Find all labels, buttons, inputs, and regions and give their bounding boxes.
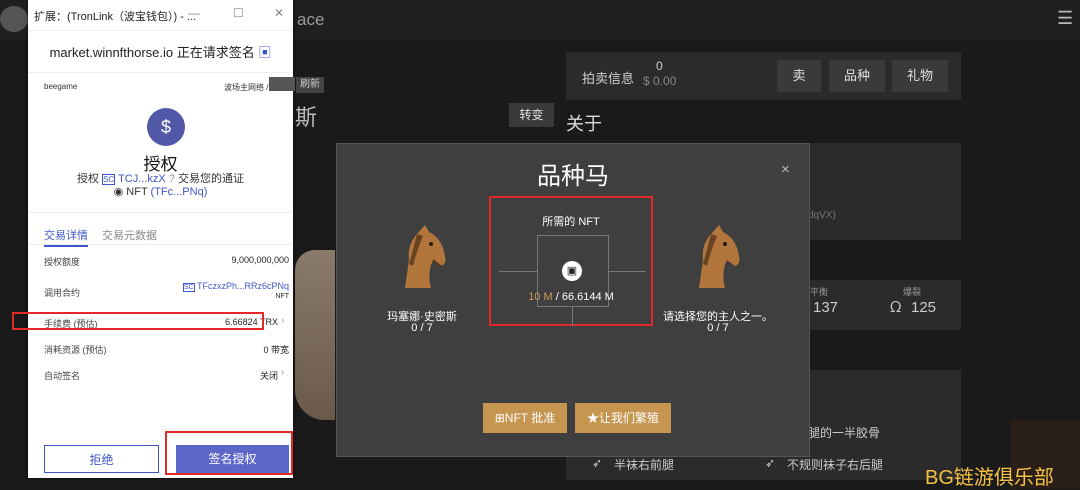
burst-icon: ᘯ [890,299,902,316]
contract-sub: NFT [275,293,289,300]
divider [28,212,293,213]
required-nft-title: 所需的 NFT [542,216,600,228]
divider [28,244,293,245]
left-horse-image[interactable] [387,220,457,290]
connector-line [608,271,646,272]
site-title-fragment: ace [297,10,325,29]
approval-amount-value: 9,000,000,000 [231,255,289,265]
auto-sign-value: 关闭 [259,371,278,381]
modal-title: 品种马 [537,163,609,190]
token-icon: ◉ [113,186,124,198]
approval-amount-label: 授权额度 [44,257,81,267]
window-title: 扩展：(TronLink（波宝钱包）) - ... [34,11,197,23]
refresh-badge-overlay [269,77,295,91]
token-address-link[interactable]: (TFc...PNq) [151,186,208,198]
auction-count: 0 [656,59,663,73]
about-heading: 关于 [566,114,602,134]
trait-item: 半袜右前腿 [614,458,675,472]
request-host: market.winnfthorse.io 正在请求签名 ▣ [28,42,293,61]
right-horse-count: 0 / 7 [707,322,729,334]
nft-amount: 10 M / 66.6144 M [491,291,651,303]
auth-description-line1: 授权 SC TCJ...kzX ? 交易您的通证 [28,170,293,186]
divider [28,72,293,73]
auth-description-line2: ◉ NFT (TFc...PNq) [28,185,293,198]
connector-line [499,271,537,272]
close-icon[interactable]: × [781,161,790,178]
auth-prefix: 授权 [77,173,100,185]
owner-address-fragment: dqVX) [808,210,836,221]
refresh-badge[interactable]: 刷新 [296,77,324,93]
contract-value-text: TFczxzPh...RRz6cPNq [196,281,289,291]
tab-transaction-metadata[interactable]: 交易元数据 [102,227,157,243]
breed-tab[interactable]: 品种 [829,60,885,92]
connector-line [572,306,573,326]
burst-label: 爆裂 [903,287,922,297]
account-name: beegame [44,82,78,91]
transfer-button[interactable]: 转变 [509,103,554,127]
sign-button-highlight-box [165,431,293,475]
horse-image-background [295,250,335,420]
request-host-text: market.winnfthorse.io 正在请求签名 [49,45,255,60]
fee-highlight-box [12,312,264,330]
breed-modal: 品种马 × 玛塞娜·史密斯 0 / 7 所需的 NFT ▣ 10 M / 66.… [336,143,810,457]
gift-tab[interactable]: 礼物 [892,60,948,92]
trait-icon: ➶ [765,456,776,470]
contract-address-link[interactable]: TCJ...kzX [118,173,166,185]
minimize-icon[interactable]: — [188,6,200,20]
auction-value: $ 0.00 [643,74,677,88]
hamburger-menu-icon[interactable]: ☰ [1057,8,1073,29]
authorize-icon: $ [147,108,185,146]
nft-have: 10 M [528,291,553,303]
about-panel [808,143,961,240]
resources-label: 消耗资源 (预估) [44,345,107,355]
help-icon[interactable]: ? [169,173,175,185]
token-symbol: NFT [126,186,148,198]
right-horse-image[interactable] [681,220,751,290]
trait-item: 不规则袜子右后腿 [787,458,884,472]
nft-token-icon: ▣ [562,261,582,281]
window-titlebar: 扩展：(TronLink（波宝钱包）) - ... — ☐ ✕ [28,0,293,31]
close-icon[interactable]: ✕ [274,6,284,20]
tronlink-extension-window: 扩展：(TronLink（波宝钱包）) - ... — ☐ ✕ market.w… [28,0,293,478]
reject-button[interactable]: 拒绝 [44,445,159,473]
resources-value: 0 带宽 [263,345,289,355]
nft-need: / 66.6144 M [555,291,614,303]
sign-icon: ▣ [258,45,272,60]
sell-tab[interactable]: 卖 [777,60,821,92]
horse-name-fragment: 斯 [295,105,318,130]
contract-label: 调用合约 [44,288,81,298]
maximize-icon[interactable]: ☐ [233,6,244,20]
required-nft-box: 所需的 NFT ▣ 10 M / 66.6144 M [489,196,653,326]
watermark: BG链游俱乐部 [925,467,1054,489]
burst-value: 125 [911,299,937,316]
contract-value[interactable]: SC TFczxzPh...RRz6cPNq [168,281,289,292]
trait-item: 腿的一半胶骨 [808,426,881,440]
trait-icon: ➶ [592,456,603,470]
auto-sign-label: 自动签名 [44,371,81,381]
auction-label: 拍卖信息 [582,71,635,86]
site-logo[interactable] [0,6,28,32]
chevron-right-icon[interactable]: › [281,315,284,326]
balance-value: 137 [813,299,839,316]
left-horse-count: 0 / 7 [411,322,433,334]
balance-label: 平衡 [810,287,829,297]
contract-icon: SC [102,174,116,185]
nft-approve-button[interactable]: ⊞NFT 批准 [483,403,567,433]
chevron-right-icon[interactable]: › [281,367,284,378]
auth-suffix: 交易您的通证 [177,173,244,185]
contract-icon: SC [182,283,195,292]
breed-button[interactable]: ★让我们繁殖 [575,403,671,433]
